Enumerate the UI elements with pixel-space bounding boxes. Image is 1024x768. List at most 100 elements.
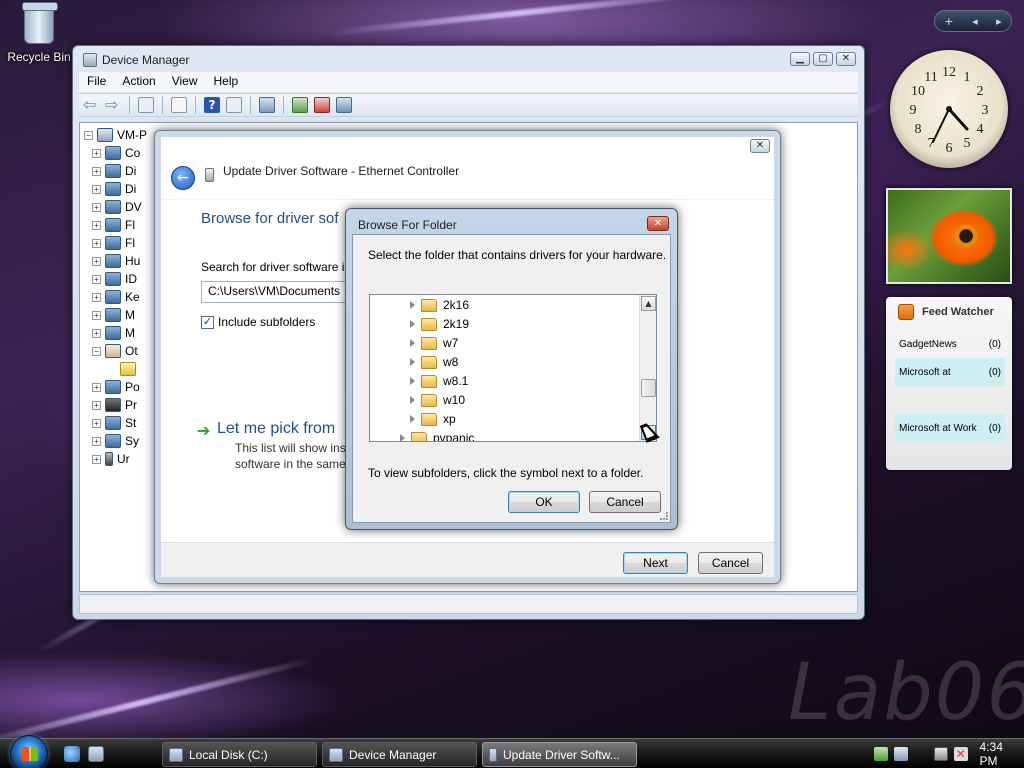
tree-row[interactable]: + DV bbox=[92, 198, 142, 216]
feed-item[interactable]: Microsoft at (0) bbox=[895, 358, 1005, 386]
tree-row[interactable]: + M bbox=[92, 324, 135, 342]
tree-row[interactable]: + Hu bbox=[92, 252, 140, 270]
ok-button[interactable]: OK bbox=[508, 491, 580, 513]
driver-path-input[interactable]: C:\Users\VM\Documents bbox=[201, 281, 351, 303]
tree-row[interactable]: + Di bbox=[92, 162, 136, 180]
expand-icon[interactable]: + bbox=[92, 220, 101, 230]
tree-row[interactable]: + Ke bbox=[92, 288, 140, 306]
expand-icon[interactable]: + bbox=[92, 274, 101, 284]
browse-for-folder-dialog[interactable]: Browse For Folder ✕ Select the folder th… bbox=[345, 208, 678, 530]
expand-triangle-icon[interactable] bbox=[410, 396, 415, 404]
close-button[interactable]: ✕ bbox=[647, 216, 669, 231]
next-gadget-icon[interactable]: ▸ bbox=[996, 15, 1002, 28]
start-button[interactable] bbox=[10, 735, 48, 768]
back-arrow-icon[interactable]: ⇦ bbox=[83, 97, 99, 113]
feed-item[interactable] bbox=[895, 386, 1005, 414]
tree-row[interactable]: + Fl bbox=[92, 216, 135, 234]
taskbar-button-device-manager[interactable]: Device Manager bbox=[322, 742, 477, 767]
feed-item[interactable]: GadgetNews (0) bbox=[895, 330, 1005, 358]
expand-triangle-icon[interactable] bbox=[410, 339, 415, 347]
forward-arrow-icon[interactable]: ⇨ bbox=[105, 97, 121, 113]
resize-grip-icon[interactable] bbox=[660, 512, 668, 520]
menu-file[interactable]: File bbox=[79, 72, 114, 92]
folder-item[interactable]: 2k19 bbox=[410, 315, 469, 333]
next-button[interactable]: Next bbox=[623, 552, 688, 574]
cancel-button[interactable]: Cancel bbox=[698, 552, 763, 574]
folder-tree[interactable]: 2k16 2k19 w7 w8 w8.1 w10 xp pvpanic ▲ ▼ bbox=[369, 294, 657, 442]
tree-row-child[interactable] bbox=[120, 360, 140, 378]
feed-item[interactable]: Microsoft at Work (0) bbox=[895, 414, 1005, 442]
update-driver-icon[interactable] bbox=[292, 97, 308, 113]
tree-row[interactable]: + Fl bbox=[92, 234, 135, 252]
folder-item[interactable]: w8 bbox=[410, 353, 458, 371]
tree-row[interactable]: + Ur bbox=[92, 450, 130, 468]
expand-icon[interactable]: + bbox=[92, 256, 101, 266]
scan-hardware-icon[interactable] bbox=[259, 97, 275, 113]
internet-explorer-icon[interactable] bbox=[64, 746, 80, 762]
expand-triangle-icon[interactable] bbox=[410, 320, 415, 328]
previous-gadget-icon[interactable]: ◂ bbox=[972, 15, 978, 28]
tree-row[interactable]: − Ot bbox=[92, 342, 138, 360]
tree-row[interactable]: + M bbox=[92, 306, 135, 324]
minimize-button[interactable]: ▁ bbox=[790, 52, 810, 66]
expand-icon[interactable]: + bbox=[92, 400, 101, 410]
menu-help[interactable]: Help bbox=[206, 72, 247, 92]
expand-icon[interactable]: + bbox=[92, 436, 101, 446]
tree-row[interactable]: + St bbox=[92, 414, 136, 432]
expand-triangle-icon[interactable] bbox=[400, 434, 405, 441]
folder-item[interactable]: 2k16 bbox=[410, 296, 469, 314]
collapse-icon[interactable]: − bbox=[92, 346, 101, 356]
close-button[interactable]: ✕ bbox=[836, 52, 856, 66]
include-subfolders-option[interactable]: ✓ Include subfolders bbox=[201, 315, 315, 329]
switch-windows-icon[interactable] bbox=[88, 746, 104, 762]
taskbar-button-update-driver[interactable]: Update Driver Softw... bbox=[482, 742, 637, 767]
expand-triangle-icon[interactable] bbox=[410, 358, 415, 366]
close-button[interactable]: ✕ bbox=[750, 139, 770, 153]
folder-item[interactable]: xp bbox=[410, 410, 456, 428]
expand-icon[interactable]: + bbox=[92, 310, 101, 320]
uninstall-icon[interactable] bbox=[314, 97, 330, 113]
tree-row[interactable]: + Co bbox=[92, 144, 140, 162]
slideshow-gadget[interactable] bbox=[886, 188, 1012, 284]
expand-icon[interactable]: + bbox=[92, 202, 101, 212]
tray-clock[interactable]: 4:34 PM bbox=[980, 740, 1024, 768]
expand-icon[interactable]: + bbox=[92, 382, 101, 392]
folder-item[interactable]: w8.1 bbox=[410, 372, 468, 390]
expand-icon[interactable]: + bbox=[92, 148, 101, 158]
tree-row[interactable]: + Po bbox=[92, 378, 140, 396]
expand-triangle-icon[interactable] bbox=[410, 301, 415, 309]
recycle-bin-shortcut[interactable]: Recycle Bin bbox=[6, 2, 72, 64]
expand-triangle-icon[interactable] bbox=[410, 377, 415, 385]
taskbar-button-local-disk[interactable]: Local Disk (C:) bbox=[162, 742, 317, 767]
device-setup-icon[interactable] bbox=[874, 747, 888, 761]
maximize-button[interactable]: ▢ bbox=[813, 52, 833, 66]
clock-gadget[interactable]: 12 1 2 3 4 5 6 7 8 9 10 11 bbox=[890, 50, 1008, 168]
feed-watcher-gadget[interactable]: Feed Watcher GadgetNews (0) Microsoft at… bbox=[886, 297, 1012, 470]
help-icon[interactable]: ? bbox=[204, 97, 220, 113]
network-icon[interactable] bbox=[893, 747, 908, 761]
expand-icon[interactable]: + bbox=[92, 184, 101, 194]
volume-muted-icon[interactable]: ✕ bbox=[953, 747, 968, 761]
cancel-button[interactable]: Cancel bbox=[589, 491, 661, 513]
include-subfolders-checkbox[interactable]: ✓ bbox=[201, 315, 214, 329]
tree-row[interactable]: + ID bbox=[92, 270, 137, 288]
tree-root-row[interactable]: − VM-P bbox=[84, 126, 147, 144]
folder-item[interactable]: w10 bbox=[410, 391, 465, 409]
pick-from-list-link[interactable]: Let me pick from bbox=[217, 420, 335, 438]
menu-action[interactable]: Action bbox=[114, 72, 163, 92]
folder-item[interactable]: pvpanic bbox=[400, 429, 474, 441]
expand-icon[interactable]: + bbox=[92, 454, 101, 464]
expand-icon[interactable]: + bbox=[92, 328, 101, 338]
folder-tree-scrollbar[interactable]: ▲ ▼ bbox=[639, 295, 656, 441]
show-hide-tree-icon[interactable] bbox=[138, 97, 154, 113]
scroll-up-arrow-icon[interactable]: ▲ bbox=[641, 296, 656, 311]
tree-row[interactable]: + Sy bbox=[92, 432, 139, 450]
expand-triangle-icon[interactable] bbox=[410, 415, 415, 423]
console-tree-icon[interactable] bbox=[226, 97, 242, 113]
properties-icon[interactable] bbox=[171, 97, 187, 113]
network-status-icon[interactable] bbox=[933, 747, 948, 761]
menu-view[interactable]: View bbox=[164, 72, 206, 92]
add-gadget-icon[interactable]: + bbox=[944, 15, 953, 28]
expand-icon[interactable]: + bbox=[92, 238, 101, 248]
back-button[interactable]: ← bbox=[171, 166, 195, 190]
